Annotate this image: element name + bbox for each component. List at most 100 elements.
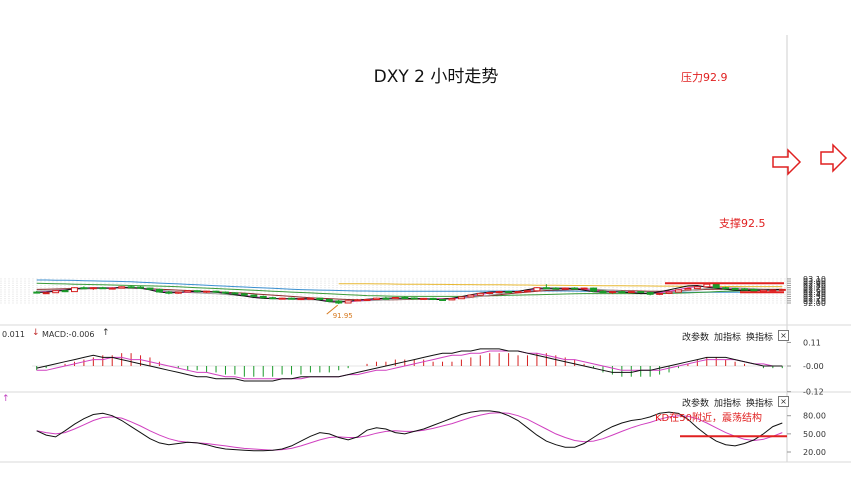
candle [240, 292, 248, 296]
candle-body [373, 297, 380, 301]
candle [344, 300, 352, 304]
candle [684, 287, 692, 291]
candle [99, 286, 107, 290]
candle-body [146, 287, 154, 290]
candle-body [401, 297, 409, 299]
candle [580, 287, 588, 290]
candle-body [325, 299, 333, 302]
candle-body [297, 298, 305, 301]
candle-body [278, 297, 286, 300]
candle-body [505, 291, 513, 294]
candle [203, 290, 211, 293]
candle-body [533, 287, 541, 292]
chart-title: DXY 2 小时走势 [374, 67, 499, 87]
candle [373, 297, 380, 301]
candle [174, 291, 182, 294]
candle-body [165, 291, 173, 294]
candle-body [240, 293, 248, 296]
candle-body [486, 292, 494, 294]
macd-edit-params-button[interactable]: 改参数 [682, 330, 709, 343]
candle-body [552, 287, 560, 290]
candle-body [184, 290, 192, 293]
candle-body [731, 288, 739, 290]
candle [71, 287, 78, 293]
kd-tick-label: 50.00 [803, 430, 826, 439]
candle-body [222, 291, 229, 294]
candle-body [363, 299, 371, 301]
candle [250, 294, 258, 297]
kd-edit-params-button[interactable]: 改参数 [682, 396, 709, 409]
candle [316, 297, 324, 301]
candle [146, 287, 154, 290]
macd-tick-label: -0.12 [803, 388, 824, 397]
candle-body [646, 292, 654, 295]
candle [288, 297, 296, 300]
candle [627, 291, 635, 294]
candle [656, 292, 664, 296]
candle-body [439, 299, 447, 301]
candle [269, 296, 277, 300]
candle-body [580, 287, 588, 290]
candle [448, 298, 456, 301]
candle [222, 291, 229, 294]
candle [80, 286, 88, 290]
right-arrow-icon [820, 143, 848, 173]
candle-body [693, 286, 701, 290]
candle-body [259, 295, 267, 299]
candle-body [703, 283, 711, 288]
macd-close-icon[interactable]: × [778, 330, 789, 341]
candle [307, 297, 314, 300]
candle [693, 286, 701, 290]
macd-up-arrow-icon: ↑ [102, 328, 110, 338]
macd-add-indicator-button[interactable]: 加指标 [714, 330, 741, 343]
candle-body [99, 287, 107, 290]
macd-value-label: MACD:-0.006 [42, 330, 95, 339]
kd-close-icon[interactable]: × [778, 396, 789, 407]
candle-body [108, 287, 116, 290]
candle-body [52, 290, 60, 294]
candle-body [203, 290, 211, 293]
candle [137, 286, 145, 289]
candle-body [561, 287, 569, 290]
kd-tick-label: 80.00 [803, 412, 826, 421]
candle [637, 290, 645, 294]
kd-switch-indicator-button[interactable]: 换指标 [746, 396, 773, 409]
candle [42, 292, 50, 295]
candle-body [656, 292, 664, 295]
candle [703, 283, 711, 288]
candle-body [571, 287, 579, 290]
candle [439, 299, 447, 301]
candle [458, 296, 465, 300]
candle [646, 291, 654, 296]
candle-body [127, 286, 135, 289]
candle [675, 289, 682, 293]
candle [467, 294, 475, 298]
price-tick-label: 92.00 [803, 299, 826, 308]
candle-body [307, 297, 314, 300]
candle-body [599, 290, 607, 294]
candle [391, 297, 399, 300]
candle [561, 287, 569, 290]
candle [52, 290, 60, 294]
candle [420, 297, 428, 300]
chart-svg: 93.1093.0092.9092.8092.7092.6092.5092.40… [0, 35, 851, 463]
candle-body [354, 299, 362, 302]
macd-switch-indicator-button[interactable]: 换指标 [746, 330, 773, 343]
candle [590, 287, 597, 293]
candle-body [288, 297, 296, 300]
candle-body [712, 283, 720, 289]
candle-body [174, 291, 182, 294]
candle-body [769, 289, 777, 292]
candle [278, 297, 286, 300]
candle-body [609, 291, 616, 294]
candle [778, 288, 786, 291]
candle [184, 290, 192, 293]
candle-body [467, 294, 475, 298]
candle-body [61, 290, 69, 293]
candle [722, 286, 730, 290]
kd-add-indicator-button[interactable]: 加指标 [714, 396, 741, 409]
candle [297, 298, 305, 301]
candle [769, 289, 777, 292]
candle-body [156, 288, 163, 293]
candle [476, 292, 484, 296]
